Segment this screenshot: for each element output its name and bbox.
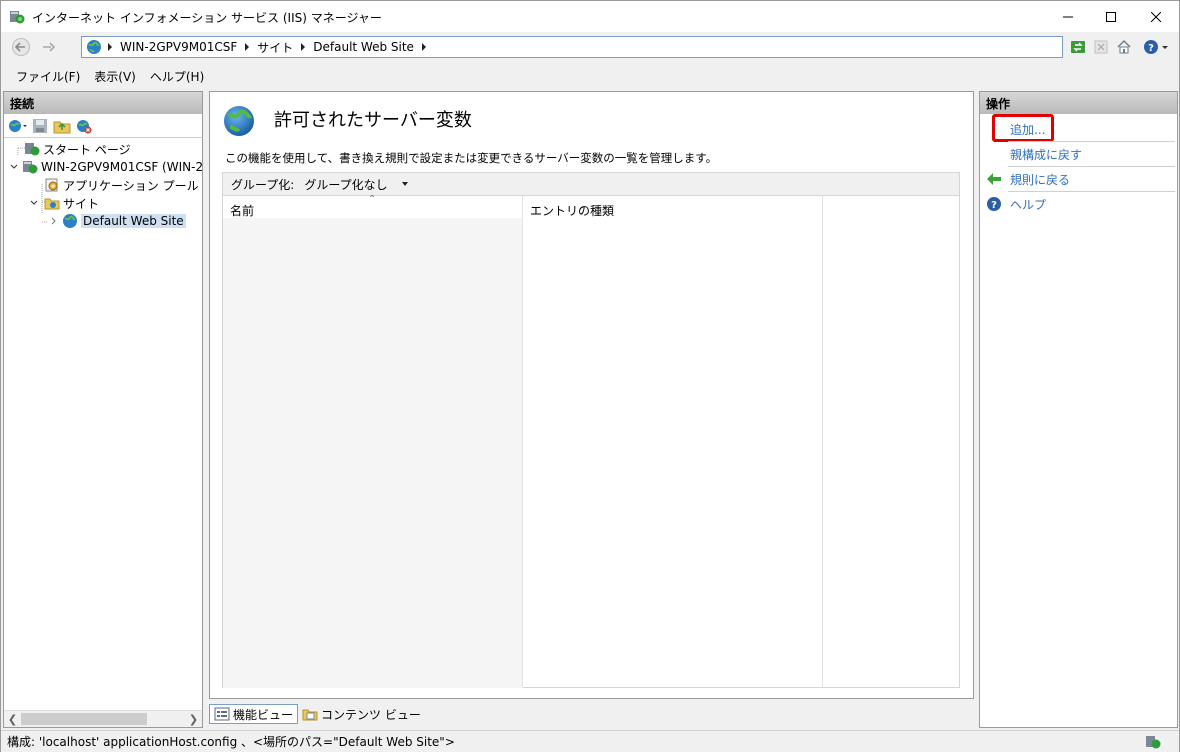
column-header-entry-type[interactable]: エントリの種類 (530, 202, 614, 219)
breadcrumb-separator-icon (421, 43, 426, 51)
column-header-name[interactable]: 名前 (230, 202, 254, 219)
view-switcher: 機能ビュー コンテンツ ビュー (209, 703, 425, 725)
address-bar[interactable]: WIN-2GPV9M01CSF サイト Default Web Site (81, 36, 1063, 58)
maximize-button[interactable] (1088, 1, 1134, 32)
action-separator (1008, 141, 1175, 142)
column-name: ⌃ (223, 194, 523, 687)
stop-icon[interactable] (1092, 38, 1110, 56)
menu-help[interactable]: ヘルプ(H) (143, 68, 211, 85)
forward-button[interactable] (35, 36, 63, 58)
action-revert-to-parent[interactable]: 親構成に戻す (984, 143, 1176, 165)
start-page-icon (24, 141, 40, 157)
menu-view[interactable]: 表示(V) (87, 68, 143, 85)
tree-item-sites[interactable]: サイト (28, 194, 99, 212)
iis-manager-window: インターネット インフォメーション サービス (IIS) マネージャー WIN-… (0, 0, 1180, 752)
chevron-down-icon[interactable] (8, 159, 20, 175)
breadcrumb-default-site[interactable]: Default Web Site (313, 40, 414, 54)
dropdown-arrow-icon (402, 182, 409, 186)
svg-text:?: ? (991, 200, 997, 211)
title-bar: インターネット インフォメーション サービス (IIS) マネージャー (1, 1, 1179, 32)
back-button[interactable] (7, 36, 35, 58)
group-by-bar: グループ化: グループ化なし (222, 172, 960, 196)
scroll-left-icon[interactable]: ❮ (4, 711, 21, 728)
server-icon (22, 159, 38, 175)
server-variables-list[interactable]: ⌃ 名前 エントリの種類 (222, 194, 960, 688)
tree-item-app-pools[interactable]: アプリケーション プール (44, 176, 199, 194)
group-by-dropdown[interactable]: グループ化なし (300, 174, 412, 194)
up-folder-icon[interactable] (51, 116, 73, 136)
svg-text:?: ? (1148, 43, 1154, 54)
home-icon[interactable] (1115, 38, 1133, 56)
feature-panel: 許可されたサーバー変数 この機能を使用して、書き換え規則で設定または変更できるサ… (209, 91, 974, 699)
content-view-tab[interactable]: コンテンツ ビュー (298, 704, 425, 724)
breadcrumb-separator-icon (108, 43, 112, 51)
scroll-right-icon[interactable]: ❯ (185, 711, 202, 728)
menu-file[interactable]: ファイル(F) (9, 68, 87, 85)
tree-item-server[interactable]: WIN-2GPV9M01CSF (WIN-2GPV9M01CSF\ (8, 158, 202, 176)
globe-icon (86, 39, 102, 55)
back-arrow-icon (984, 171, 1004, 187)
sort-ascending-icon: ⌃ (368, 194, 377, 205)
close-button[interactable] (1133, 1, 1179, 32)
breadcrumb-sites[interactable]: サイト (257, 39, 293, 56)
scrollbar-thumb[interactable] (21, 713, 147, 725)
group-by-label: グループ化: (231, 177, 295, 192)
globe-icon (62, 213, 78, 229)
status-bar: 構成: 'localhost' applicationHost.config 、… (1, 730, 1179, 752)
globe-icon (222, 104, 256, 138)
actions-header: 操作 (980, 92, 1177, 114)
action-separator (1008, 191, 1175, 192)
column-entry-type (523, 196, 823, 687)
help-dropdown-icon[interactable]: ? (1142, 38, 1172, 56)
connections-panel: 接続 スタート ページ WIN-2GPV9M01CSF (WIN-2 アプリケー… (3, 91, 203, 728)
action-add[interactable]: 追加... (984, 118, 1176, 140)
iis-app-icon (9, 9, 25, 25)
refresh-icon[interactable] (1069, 38, 1087, 56)
help-icon: ? (984, 196, 1004, 212)
server-status-icon (1145, 734, 1161, 750)
connections-toolbar (4, 114, 202, 138)
connect-icon[interactable] (7, 116, 29, 136)
feature-view-icon (214, 706, 230, 722)
actions-panel: 操作 追加... 親構成に戻す 規則に戻る ? ヘルプ (979, 91, 1178, 728)
save-icon[interactable] (29, 116, 51, 136)
chevron-down-icon[interactable] (28, 195, 40, 211)
menu-bar: ファイル(F) 表示(V) ヘルプ(H) (1, 64, 1179, 88)
breadcrumb-server[interactable]: WIN-2GPV9M01CSF (120, 40, 237, 54)
disconnect-icon[interactable] (73, 116, 95, 136)
content-view-icon (302, 706, 318, 722)
tree-item-start-page[interactable]: スタート ページ (24, 140, 131, 158)
sites-folder-icon (44, 195, 60, 211)
action-back-to-rules[interactable]: 規則に戻る (984, 168, 1176, 190)
connections-tree: スタート ページ WIN-2GPV9M01CSF (WIN-2GPV9M01CS… (4, 138, 202, 708)
breadcrumb-separator-icon (301, 43, 306, 51)
page-description: この機能を使用して、書き換え規則で設定または変更できるサーバー変数の一覧を管理し… (225, 151, 718, 165)
tree-item-default-web-site[interactable]: Default Web Site (48, 212, 186, 230)
connections-header: 接続 (4, 92, 202, 114)
group-by-value: グループ化なし (304, 177, 388, 192)
breadcrumb-separator-icon (245, 43, 250, 51)
action-help[interactable]: ? ヘルプ (984, 193, 1176, 215)
window-title: インターネット インフォメーション サービス (IIS) マネージャー (32, 11, 382, 25)
app-pool-icon (44, 177, 60, 193)
address-row: WIN-2GPV9M01CSF サイト Default Web Site ? (1, 32, 1179, 62)
status-text: 構成: 'localhost' applicationHost.config 、… (7, 735, 455, 749)
chevron-right-icon[interactable] (48, 213, 60, 229)
action-separator (1008, 166, 1175, 167)
horizontal-scrollbar[interactable]: ❮ ❯ (4, 710, 202, 727)
minimize-button[interactable] (1045, 1, 1091, 32)
feature-view-tab[interactable]: 機能ビュー (209, 704, 299, 724)
page-title: 許可されたサーバー変数 (274, 110, 472, 131)
